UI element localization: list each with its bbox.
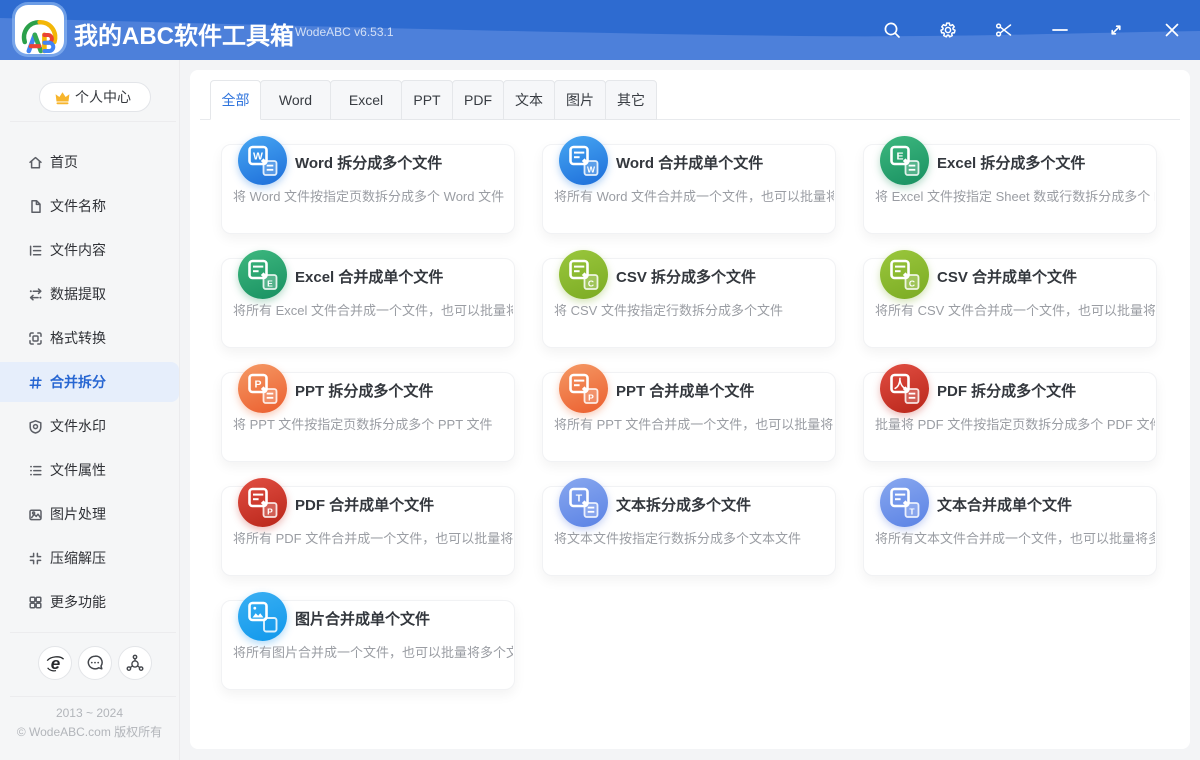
svg-text:P: P <box>254 379 261 391</box>
svg-text:E: E <box>267 279 273 289</box>
svg-text:C: C <box>588 279 594 289</box>
svg-text:W: W <box>587 165 596 175</box>
svg-text:P: P <box>267 507 273 517</box>
svg-text:E: E <box>896 151 903 163</box>
svg-text:T: T <box>909 507 915 517</box>
svg-text:C: C <box>909 279 915 289</box>
svg-text:T: T <box>576 493 583 505</box>
svg-text:P: P <box>588 393 594 403</box>
